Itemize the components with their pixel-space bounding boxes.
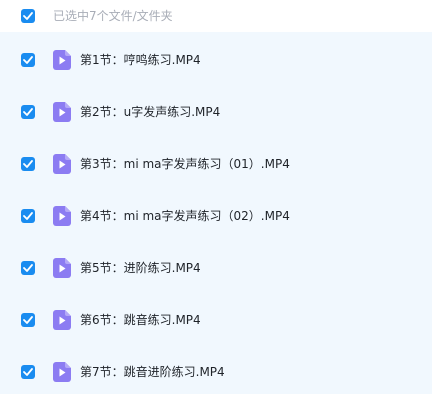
file-checkbox[interactable] — [21, 53, 35, 67]
file-row[interactable]: 第4节：mi ma字发声练习（02）.MP4 — [0, 190, 432, 242]
video-file-icon — [53, 310, 71, 330]
file-checkbox[interactable] — [21, 209, 35, 223]
checkmark-icon — [23, 316, 33, 324]
file-name[interactable]: 第7节：跳音进阶练习.MP4 — [80, 364, 225, 380]
selection-header: 已选中7个文件/文件夹 — [0, 0, 432, 32]
checkmark-icon — [23, 108, 33, 116]
checkmark-icon — [23, 12, 33, 20]
file-checkbox[interactable] — [21, 105, 35, 119]
file-name[interactable]: 第6节：跳音练习.MP4 — [80, 312, 201, 328]
video-file-icon — [53, 362, 71, 382]
video-file-icon — [53, 154, 71, 174]
file-row[interactable]: 第1节：哼鸣练习.MP4 — [0, 34, 432, 86]
checkmark-icon — [23, 56, 33, 64]
file-row[interactable]: 第5节：进阶练习.MP4 — [0, 242, 432, 294]
video-file-icon — [53, 206, 71, 226]
checkmark-icon — [23, 368, 33, 376]
file-row[interactable]: 第2节：u字发声练习.MP4 — [0, 86, 432, 138]
file-name[interactable]: 第4节：mi ma字发声练习（02）.MP4 — [80, 208, 290, 224]
file-row[interactable]: 第6节：跳音练习.MP4 — [0, 294, 432, 346]
file-row[interactable]: 第7节：跳音进阶练习.MP4 — [0, 346, 432, 398]
checkmark-icon — [23, 264, 33, 272]
file-name[interactable]: 第3节：mi ma字发声练习（01）.MP4 — [80, 156, 290, 172]
video-file-icon — [53, 50, 71, 70]
video-file-icon — [53, 102, 71, 122]
file-list: 第1节：哼鸣练习.MP4 第2节：u字发声练习.MP4 第3节：mi ma字发声… — [0, 32, 432, 394]
file-checkbox[interactable] — [21, 365, 35, 379]
file-row[interactable]: 第3节：mi ma字发声练习（01）.MP4 — [0, 138, 432, 190]
selection-count-label: 已选中7个文件/文件夹 — [53, 9, 173, 23]
video-file-icon — [53, 258, 71, 278]
file-name[interactable]: 第1节：哼鸣练习.MP4 — [80, 52, 201, 68]
file-selection-panel: 已选中7个文件/文件夹 第1节：哼鸣练习.MP4 第2节：u字发声练习.MP4 … — [0, 0, 432, 408]
file-checkbox[interactable] — [21, 313, 35, 327]
file-checkbox[interactable] — [21, 157, 35, 171]
file-name[interactable]: 第5节：进阶练习.MP4 — [80, 260, 201, 276]
checkmark-icon — [23, 160, 33, 168]
select-all-checkbox[interactable] — [21, 9, 35, 23]
checkmark-icon — [23, 212, 33, 220]
file-checkbox[interactable] — [21, 261, 35, 275]
file-name[interactable]: 第2节：u字发声练习.MP4 — [80, 104, 220, 120]
